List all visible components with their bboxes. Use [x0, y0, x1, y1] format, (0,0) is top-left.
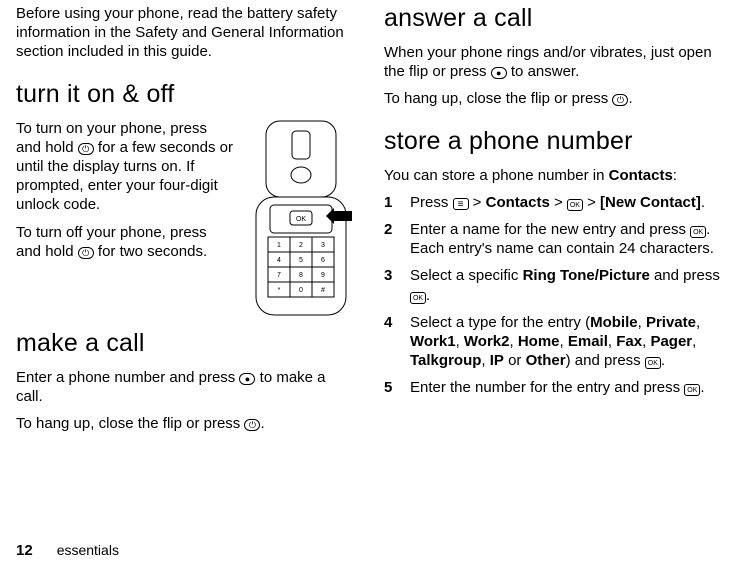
left-column: Before using your phone, read the batter… — [16, 4, 356, 441]
hang-up-paragraph-right: To hang up, close the flip or press ⏻. — [384, 89, 724, 108]
store-intro-paragraph: You can store a phone number in Contacts… — [384, 166, 724, 185]
make-call-paragraph: Enter a phone number and press ● to make… — [16, 368, 356, 406]
right-column: answer a call When your phone rings and/… — [384, 4, 724, 441]
ok-key-icon: OK — [684, 384, 700, 396]
svg-text:OK: OK — [296, 216, 306, 223]
menu-key-icon — [453, 198, 469, 210]
heading-make-call: make a call — [16, 329, 356, 358]
send-key-icon: ● — [239, 373, 255, 385]
power-key-icon: ⏻ — [78, 247, 94, 259]
heading-answer-call: answer a call — [384, 4, 724, 33]
phone-illustration: OK 1 2 3 4 5 6 7 8 9 * 0 # — [246, 119, 356, 319]
ok-key-icon: OK — [690, 226, 706, 238]
end-key-icon: ⏻ — [612, 94, 628, 106]
section-name: essentials — [57, 542, 119, 558]
heading-turn-on-off: turn it on & off — [16, 80, 356, 109]
battery-info-paragraph: Before using your phone, read the batter… — [16, 4, 356, 62]
svg-text:4: 4 — [277, 257, 281, 264]
ok-key-icon: OK — [567, 199, 583, 211]
end-key-icon: ⏻ — [244, 419, 260, 431]
svg-text:1: 1 — [277, 242, 281, 249]
step-2: 2 Enter a name for the new entry and pre… — [384, 220, 724, 258]
svg-text:2: 2 — [299, 242, 303, 249]
turn-on-block: To turn on your phone, press and hold ⏻ … — [16, 119, 356, 319]
send-key-icon: ● — [491, 67, 507, 79]
answer-call-paragraph: When your phone rings and/or vibrates, j… — [384, 43, 724, 81]
step-4: 4 Select a type for the entry (Mobile, P… — [384, 313, 724, 371]
svg-text:*: * — [278, 287, 281, 294]
heading-store-number: store a phone number — [384, 127, 724, 156]
svg-text:9: 9 — [321, 272, 325, 279]
svg-text:7: 7 — [277, 272, 281, 279]
ok-key-icon: OK — [645, 357, 661, 369]
page-footer: 12 essentials — [16, 542, 119, 559]
svg-text:3: 3 — [321, 242, 325, 249]
step-3: 3 Select a specific Ring Tone/Picture an… — [384, 266, 724, 304]
svg-text:#: # — [321, 287, 325, 294]
turn-on-paragraph: To turn on your phone, press and hold ⏻ … — [16, 119, 234, 215]
ok-key-icon: OK — [410, 292, 426, 304]
step-1: 1 Press > Contacts > OK > [New Contact]. — [384, 193, 724, 212]
power-key-icon: ⏻ — [78, 143, 94, 155]
svg-text:8: 8 — [299, 272, 303, 279]
svg-text:0: 0 — [299, 287, 303, 294]
svg-text:5: 5 — [299, 257, 303, 264]
page-number: 12 — [16, 542, 33, 559]
svg-text:6: 6 — [321, 257, 325, 264]
hang-up-paragraph-left: To hang up, close the flip or press ⏻. — [16, 414, 356, 433]
turn-off-paragraph: To turn off your phone, press and hold ⏻… — [16, 223, 234, 261]
step-5: 5 Enter the number for the entry and pre… — [384, 378, 724, 397]
